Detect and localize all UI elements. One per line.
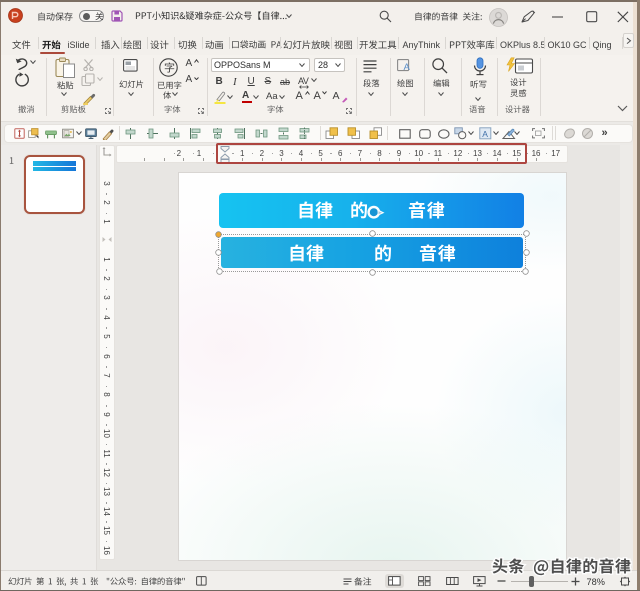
- svg-text:A: A: [482, 129, 488, 139]
